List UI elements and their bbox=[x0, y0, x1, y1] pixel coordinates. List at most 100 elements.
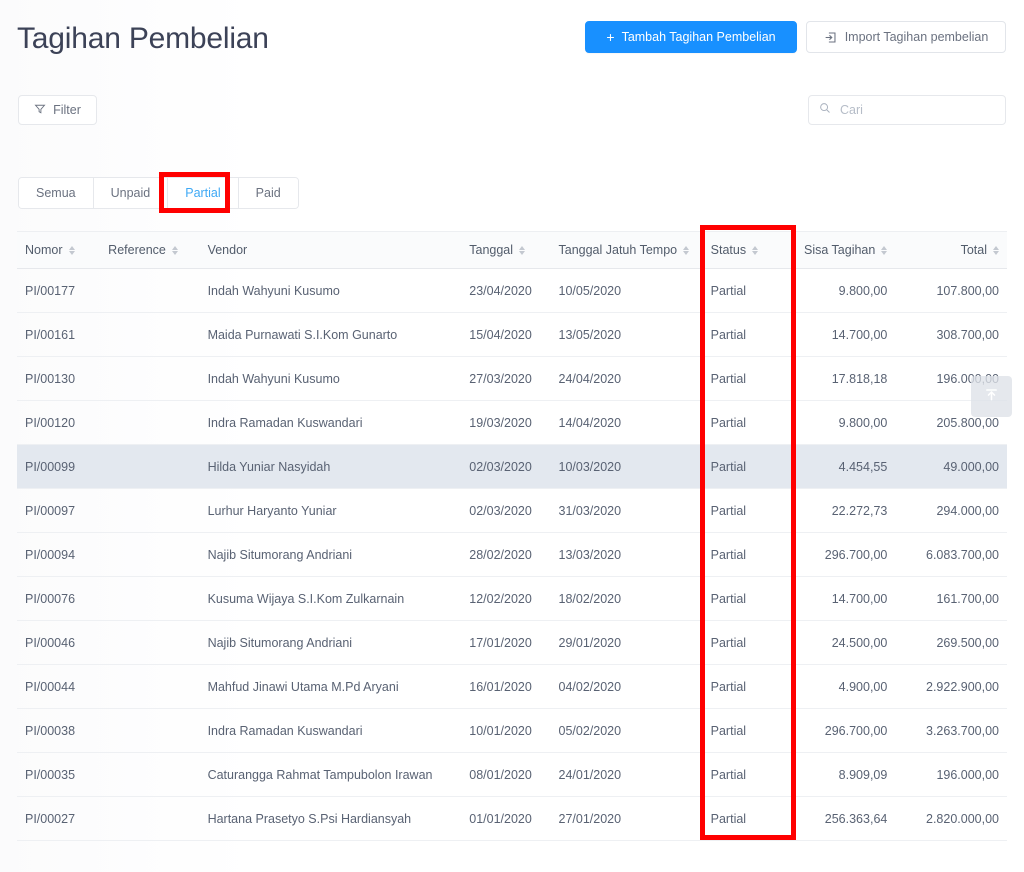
table-row[interactable]: PI/00097 Lurhur Haryanto Yuniar 02/03/2020… bbox=[17, 488, 1007, 533]
cell-status: Partial bbox=[702, 532, 790, 577]
table-row[interactable]: PI/00027 Hartana Prasetyo S.Psi Hardiansy… bbox=[17, 796, 1007, 841]
page-title: Tagihan Pembelian bbox=[17, 22, 269, 55]
cell-tanggal: 28/02/2020 bbox=[461, 532, 551, 577]
tab-semua[interactable]: Semua bbox=[19, 178, 94, 208]
column-header-total-label: Total bbox=[960, 243, 987, 257]
filter-button[interactable]: Filter bbox=[18, 95, 97, 125]
table-row[interactable]: PI/00076 Kusuma Wijaya S.I.Kom Zulkarnain… bbox=[17, 576, 1007, 621]
cell-tanggal-jatuh-tempo: 13/03/2020 bbox=[550, 532, 703, 577]
cell-tanggal-jatuh-tempo: 13/05/2020 bbox=[550, 312, 703, 357]
cell-sisa-tagihan: 9.800,00 bbox=[789, 400, 896, 445]
cell-sisa-tagihan: 22.272,73 bbox=[789, 488, 896, 533]
cell-sisa-tagihan: 256.363,64 bbox=[789, 796, 896, 841]
cell-nomor[interactable]: PI/00094 bbox=[17, 532, 101, 577]
cell-status: Partial bbox=[702, 664, 790, 709]
cell-sisa-tagihan: 14.700,00 bbox=[789, 312, 896, 357]
cell-status: Partial bbox=[702, 400, 790, 445]
cell-tanggal: 16/01/2020 bbox=[461, 664, 551, 709]
search-input[interactable] bbox=[838, 102, 995, 118]
column-header-vendor[interactable]: Vendor bbox=[199, 231, 462, 269]
cell-tanggal-jatuh-tempo: 29/01/2020 bbox=[550, 620, 703, 665]
cell-total: 49.000,00 bbox=[895, 444, 1007, 489]
cell-reference bbox=[100, 400, 200, 445]
table-row[interactable]: PI/00094 Najib Situmorang Andriani 28/02/2… bbox=[17, 532, 1007, 577]
cell-nomor[interactable]: PI/00097 bbox=[17, 488, 101, 533]
add-purchase-invoice-label: Tambah Tagihan Pembelian bbox=[621, 30, 776, 44]
column-header-tanggal-jatuh-tempo-label: Tanggal Jatuh Tempo bbox=[558, 243, 678, 257]
column-header-sisa-tagihan[interactable]: Sisa Tagihan bbox=[789, 231, 896, 269]
tab-paid[interactable]: Paid bbox=[238, 178, 298, 208]
cell-nomor[interactable]: PI/00099 bbox=[17, 444, 101, 489]
column-header-nomor[interactable]: Nomor bbox=[17, 231, 101, 269]
sort-icon-tanggal[interactable] bbox=[519, 245, 526, 255]
cell-vendor: Najib Situmorang Andriani bbox=[199, 620, 462, 665]
purchase-invoice-page: Tagihan Pembelian + Tambah Tagihan Pembe… bbox=[0, 0, 1024, 872]
column-header-vendor-label: Vendor bbox=[207, 243, 248, 257]
cell-tanggal-jatuh-tempo: 04/02/2020 bbox=[550, 664, 703, 709]
table-row[interactable]: PI/00161 Maida Purnawati S.I.Kom Gunarto 1… bbox=[17, 312, 1007, 357]
cell-vendor: Hartana Prasetyo S.Psi Hardiansyah bbox=[199, 796, 462, 841]
table-row[interactable]: PI/00120 Indra Ramadan Kuswandari 19/03/20… bbox=[17, 400, 1007, 445]
cell-tanggal: 15/04/2020 bbox=[461, 312, 551, 357]
cell-reference bbox=[100, 796, 200, 841]
cell-total: 2.922.900,00 bbox=[895, 664, 1007, 709]
cell-tanggal: 01/01/2020 bbox=[461, 796, 551, 841]
table-row[interactable]: PI/00099 Hilda Yuniar Nasyidah 02/03/2020 1… bbox=[17, 444, 1007, 489]
cell-reference bbox=[100, 664, 200, 709]
cell-nomor[interactable]: PI/00038 bbox=[17, 708, 101, 753]
table-row[interactable]: PI/00177 Indah Wahyuni Kusumo 23/04/2020 10… bbox=[17, 268, 1007, 313]
sort-icon-nomor[interactable] bbox=[68, 245, 75, 255]
cell-nomor[interactable]: PI/00130 bbox=[17, 356, 101, 401]
table-row[interactable]: PI/00038 Indra Ramadan Kuswandari 10/01/20… bbox=[17, 708, 1007, 753]
cell-reference bbox=[100, 268, 200, 313]
cell-reference bbox=[100, 444, 200, 489]
cell-nomor[interactable]: PI/00035 bbox=[17, 752, 101, 797]
column-header-reference[interactable]: Reference bbox=[100, 231, 200, 269]
cell-total: 269.500,00 bbox=[895, 620, 1007, 665]
sort-icon-total[interactable] bbox=[993, 245, 999, 255]
tab-unpaid[interactable]: Unpaid bbox=[93, 178, 169, 208]
column-header-status[interactable]: Status bbox=[702, 231, 790, 269]
sort-icon-sisa-tagihan[interactable] bbox=[881, 245, 888, 255]
sort-icon-jatuh-tempo[interactable] bbox=[683, 245, 690, 255]
cell-nomor[interactable]: PI/00161 bbox=[17, 312, 101, 357]
cell-tanggal-jatuh-tempo: 14/04/2020 bbox=[550, 400, 703, 445]
search-box[interactable] bbox=[808, 95, 1006, 125]
column-header-tanggal-jatuh-tempo[interactable]: Tanggal Jatuh Tempo bbox=[550, 231, 703, 269]
column-header-tanggal[interactable]: Tanggal bbox=[461, 231, 551, 269]
cell-reference bbox=[100, 312, 200, 357]
tab-partial[interactable]: Partial bbox=[168, 178, 239, 208]
cell-nomor[interactable]: PI/00120 bbox=[17, 400, 101, 445]
add-purchase-invoice-button[interactable]: + Tambah Tagihan Pembelian bbox=[585, 21, 797, 53]
cell-tanggal: 19/03/2020 bbox=[461, 400, 551, 445]
sort-icon-reference[interactable] bbox=[171, 245, 178, 255]
column-header-tanggal-label: Tanggal bbox=[469, 243, 514, 257]
table-header-row: Nomor Reference Vendor Tanggal Tanggal J… bbox=[17, 231, 1007, 269]
sort-icon-status[interactable] bbox=[752, 245, 759, 255]
cell-status: Partial bbox=[702, 796, 790, 841]
cell-tanggal: 23/04/2020 bbox=[461, 268, 551, 313]
cell-sisa-tagihan: 296.700,00 bbox=[789, 532, 896, 577]
cell-status: Partial bbox=[702, 268, 790, 313]
table-row[interactable]: PI/00035 Caturangga Rahmat Tampubolon Ira… bbox=[17, 752, 1007, 797]
cell-nomor[interactable]: PI/00046 bbox=[17, 620, 101, 665]
search-icon bbox=[819, 101, 831, 119]
cell-total: 196.000,00 bbox=[895, 752, 1007, 797]
cell-nomor[interactable]: PI/00076 bbox=[17, 576, 101, 621]
cell-tanggal-jatuh-tempo: 10/05/2020 bbox=[550, 268, 703, 313]
cell-vendor: Indra Ramadan Kuswandari bbox=[199, 400, 462, 445]
cell-nomor[interactable]: PI/00044 bbox=[17, 664, 101, 709]
column-header-total[interactable]: Total bbox=[895, 231, 1007, 269]
scroll-to-top-button[interactable] bbox=[971, 376, 1012, 417]
cell-nomor[interactable]: PI/00177 bbox=[17, 268, 101, 313]
table-row[interactable]: PI/00046 Najib Situmorang Andriani 17/01/2… bbox=[17, 620, 1007, 665]
table-row[interactable]: PI/00044 Mahfud Jinawi Utama M.Pd Aryani 1… bbox=[17, 664, 1007, 709]
cell-reference bbox=[100, 356, 200, 401]
scroll-to-top-icon bbox=[984, 387, 999, 407]
import-purchase-invoice-button[interactable]: Import Tagihan pembelian bbox=[806, 21, 1006, 53]
cell-nomor[interactable]: PI/00027 bbox=[17, 796, 101, 841]
table-row[interactable]: PI/00130 Indah Wahyuni Kusumo 27/03/2020 24… bbox=[17, 356, 1007, 401]
cell-sisa-tagihan: 14.700,00 bbox=[789, 576, 896, 621]
cell-sisa-tagihan: 296.700,00 bbox=[789, 708, 896, 753]
status-filter-tabs: Semua Unpaid Partial Paid bbox=[18, 177, 299, 209]
